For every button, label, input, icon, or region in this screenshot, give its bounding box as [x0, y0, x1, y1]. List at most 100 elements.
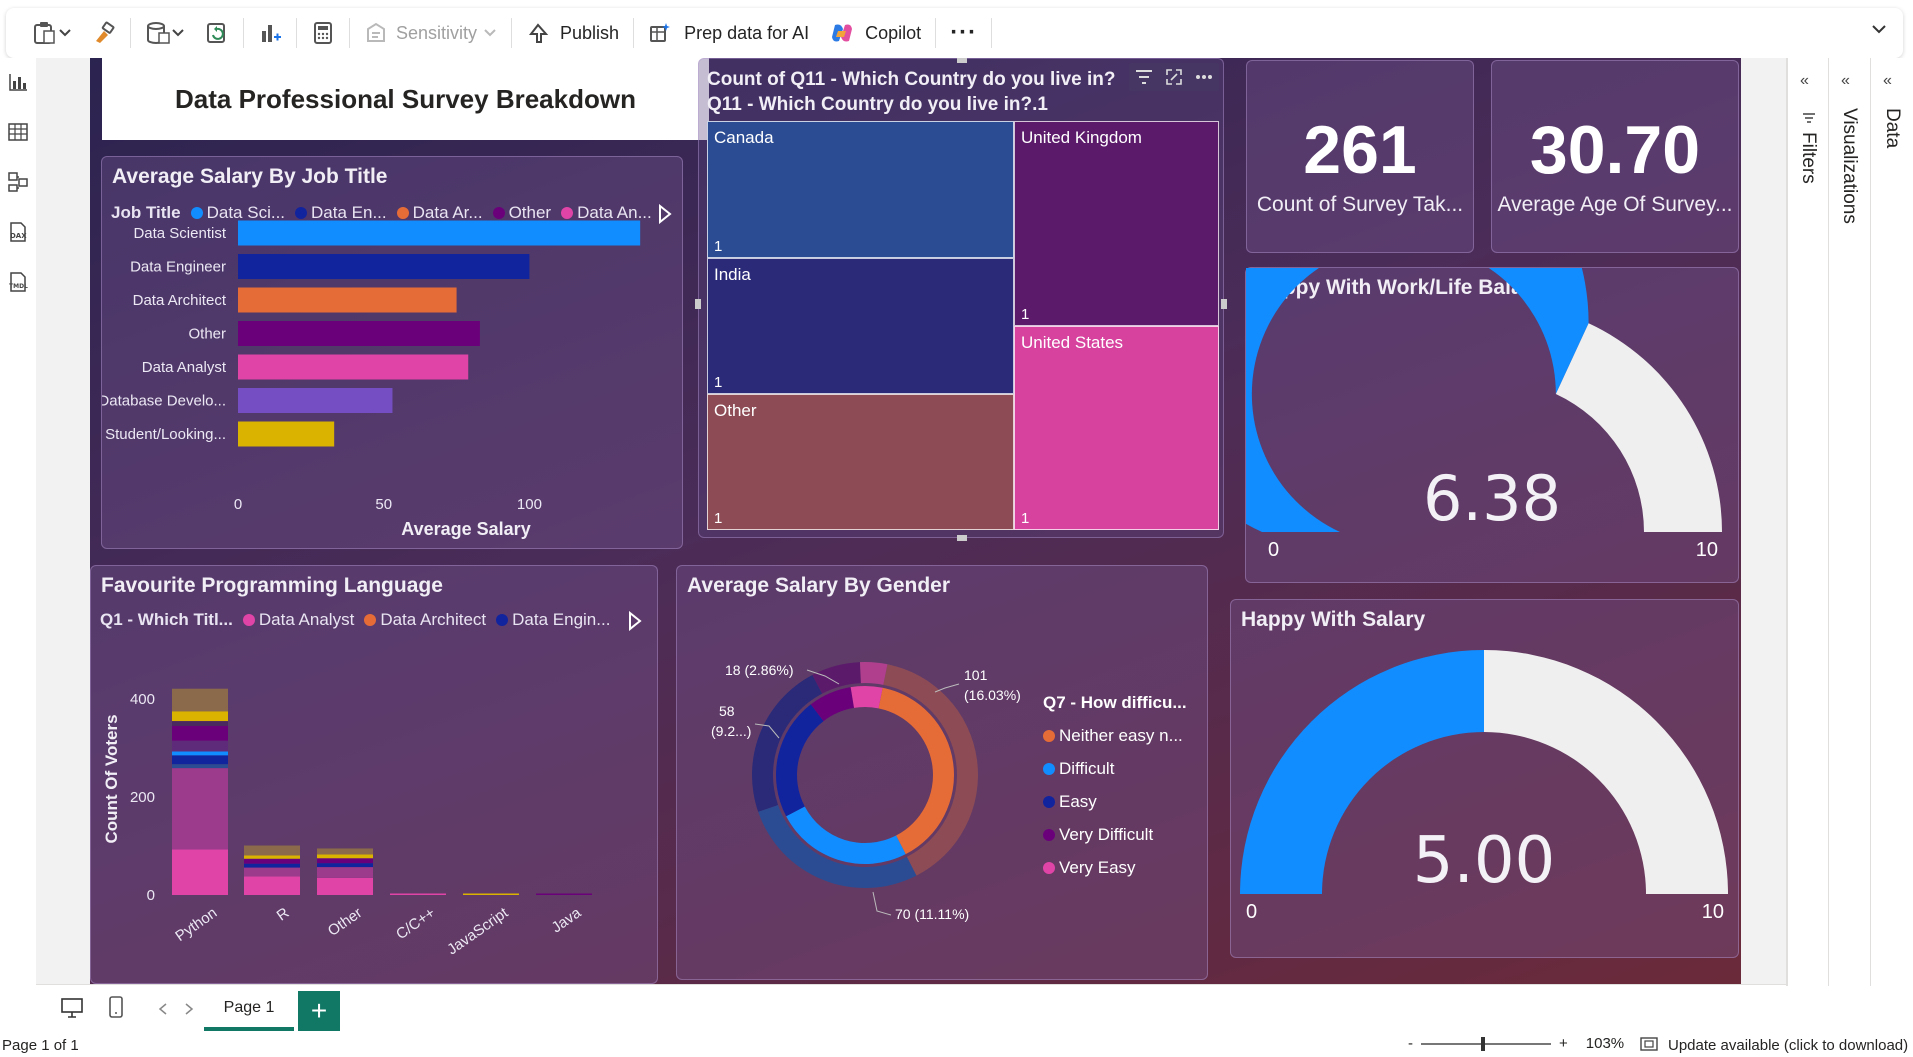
count-survey-takers-card[interactable]: 261 Count of Survey Tak...: [1246, 60, 1474, 253]
tab-page-1[interactable]: Page 1: [204, 989, 294, 1031]
tile-value: 1: [1021, 510, 1030, 527]
legend-item[interactable]: Neither easy n...: [1043, 719, 1187, 752]
more-options-icon: ···: [950, 19, 978, 46]
bar: [238, 421, 335, 447]
card-label: Count of Survey Tak...: [1256, 193, 1464, 216]
publish-button[interactable]: Publish: [516, 15, 629, 51]
expand-chevron-icon[interactable]: «: [1841, 72, 1850, 90]
salary-by-job-visual[interactable]: Average Salary By Job Title Job Title Da…: [101, 156, 683, 549]
zoom-in-button[interactable]: +: [1559, 1035, 1568, 1052]
data-label: 70 (11.11%): [895, 906, 969, 922]
category-label: Data Scientist: [133, 225, 226, 242]
stacked-bar-segment: [244, 845, 300, 856]
resize-handle[interactable]: [1221, 299, 1227, 309]
report-view-button[interactable]: [6, 70, 30, 94]
card-value: 30.70: [1529, 112, 1701, 188]
work-life-gauge-visual[interactable]: Happy With Work/Life Balance 6.38 0 10: [1245, 267, 1739, 583]
category-label: Database Develo...: [102, 393, 226, 410]
status-bar: Page 1 of 1 - + 103% Update available (c…: [0, 1032, 1913, 1057]
legend-item[interactable]: Very Difficult: [1043, 818, 1187, 851]
plus-icon: +: [310, 995, 328, 1026]
add-page-button[interactable]: +: [298, 991, 340, 1031]
programming-language-visual[interactable]: Favourite Programming Language Q1 - Whic…: [90, 565, 658, 984]
chevron-down-icon: [1872, 25, 1886, 34]
report-view-icon: [9, 74, 27, 91]
tile-label: Canada: [714, 128, 774, 147]
resize-handle[interactable]: [957, 535, 967, 541]
focus-mode-icon[interactable]: [1165, 68, 1183, 86]
dax-query-view-button[interactable]: DAX: [6, 220, 30, 244]
average-age-card[interactable]: 30.70 Average Age Of Survey...: [1491, 60, 1739, 253]
resize-handle[interactable]: [957, 58, 967, 63]
get-data-button[interactable]: [135, 15, 195, 51]
expand-chevron-icon[interactable]: «: [1883, 72, 1892, 90]
ribbon-divider: [991, 18, 993, 48]
treemap-tile-india[interactable]: India 1: [707, 258, 1014, 394]
salary-gauge-visual[interactable]: Happy With Salary 5.00 0 10: [1230, 599, 1739, 958]
gender-legend: Q7 - How difficu... Neither easy n... Di…: [1043, 693, 1187, 884]
gauge-min-label: 0: [1268, 539, 1279, 561]
legend-item[interactable]: Difficult: [1043, 752, 1187, 785]
refresh-button[interactable]: [195, 15, 239, 51]
prep-data-button[interactable]: Prep data for AI: [638, 15, 819, 51]
expand-chevron-icon[interactable]: «: [1800, 72, 1809, 90]
new-visual-button[interactable]: [248, 15, 292, 51]
stacked-bar-segment: [317, 858, 373, 864]
chevron-down-icon: [484, 29, 496, 37]
visualizations-pane[interactable]: « Visualizations: [1828, 58, 1870, 986]
ribbon-divider: [349, 18, 350, 48]
bar: [238, 388, 393, 413]
format-painter-button[interactable]: [82, 15, 126, 51]
dax-icon: DAX: [10, 222, 27, 242]
model-view-button[interactable]: [6, 170, 30, 194]
y-axis-title: Count Of Voters: [102, 714, 121, 843]
data-pane[interactable]: « Data: [1870, 58, 1913, 986]
bar: [238, 220, 641, 246]
resize-handle[interactable]: [695, 299, 701, 309]
treemap-tile-canada[interactable]: Canada 1: [707, 121, 1014, 258]
next-page-icon[interactable]: [184, 1003, 194, 1015]
view-switcher-rail: DAX TMDL: [0, 58, 36, 1032]
tmdl-view-button[interactable]: TMDL: [6, 270, 30, 294]
more-options-button[interactable]: ···: [940, 15, 987, 51]
report-title[interactable]: Data Professional Survey Breakdown: [102, 58, 709, 140]
y-tick-label: 0: [147, 887, 155, 904]
model-view-icon: [8, 172, 28, 192]
copilot-button[interactable]: Copilot: [819, 15, 931, 51]
stacked-bar-segment: [172, 751, 228, 756]
svg-text:DAX: DAX: [10, 232, 27, 240]
country-treemap-visual[interactable]: Count of Q11 - Which Country do you live…: [695, 58, 1227, 541]
more-options-icon[interactable]: [1195, 74, 1213, 80]
zoom-out-button[interactable]: -: [1408, 1035, 1413, 1052]
tile-label: United Kingdom: [1021, 128, 1142, 147]
salary-by-gender-visual[interactable]: Average Salary By Gender 18 (2.86%) 101 (1…: [676, 565, 1208, 980]
visual-header-toolbar: [1129, 63, 1219, 91]
tile-label: United States: [1021, 333, 1124, 352]
ribbon-collapse-button[interactable]: [1871, 22, 1887, 40]
calculation-button[interactable]: [301, 15, 345, 51]
zoom-slider-thumb[interactable]: [1481, 1036, 1485, 1051]
update-available-link[interactable]: Update available (click to download): [1668, 1037, 1908, 1054]
x-tick-label: JavaScript: [444, 904, 512, 959]
desktop-layout-icon[interactable]: [60, 997, 84, 1019]
page-tab-bar: Page 1 +: [36, 984, 1786, 1032]
mobile-layout-icon[interactable]: [108, 995, 124, 1019]
table-view-button[interactable]: [6, 120, 30, 144]
legend-item[interactable]: Very Easy: [1043, 851, 1187, 884]
report-title-text: Data Professional Survey Breakdown: [175, 83, 636, 114]
tile-value: 1: [714, 374, 723, 391]
previous-page-icon[interactable]: [158, 1003, 168, 1015]
paste-button[interactable]: [22, 15, 82, 51]
treemap-tile-other[interactable]: Other 1: [707, 394, 1014, 530]
legend-item[interactable]: Easy: [1043, 785, 1187, 818]
sensitivity-label: Sensitivity: [396, 22, 478, 43]
database-icon: [147, 22, 170, 44]
filter-icon[interactable]: [1135, 69, 1153, 85]
treemap-tile-united-states[interactable]: United States 1: [1014, 326, 1219, 530]
zoom-slider[interactable]: [1421, 1036, 1551, 1051]
treemap-tile-united-kingdom[interactable]: United Kingdom 1: [1014, 121, 1219, 326]
filters-pane[interactable]: « Filters: [1786, 58, 1828, 986]
sensitivity-button[interactable]: Sensitivity: [354, 15, 507, 51]
new-visual-icon: [262, 25, 281, 42]
fit-to-page-icon[interactable]: [1640, 1036, 1658, 1051]
